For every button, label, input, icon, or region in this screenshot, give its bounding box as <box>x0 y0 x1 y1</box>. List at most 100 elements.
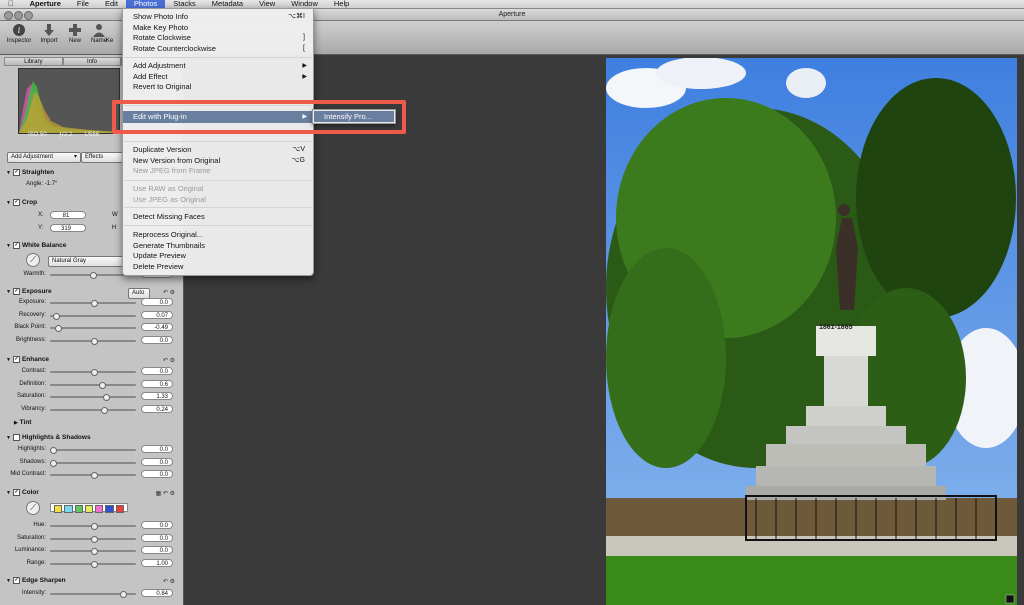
enhance-row-value-field[interactable]: 1.33 <box>141 392 173 400</box>
straighten-header[interactable]: ▼ ✓ Straighten <box>6 169 54 176</box>
menu-help[interactable]: Help <box>326 0 357 8</box>
tab-library[interactable]: Library <box>4 57 63 66</box>
disclosure-triangle-icon[interactable]: ▼ <box>6 578 11 584</box>
crop-checkbox[interactable]: ✓ <box>12 199 20 206</box>
highlights-shadows-row-slider-knob[interactable] <box>50 459 57 467</box>
highlights-shadows-row-value-field[interactable]: 0.0 <box>141 445 173 453</box>
white-balance-mode-popup[interactable]: Natural Gray <box>48 256 126 267</box>
exposure-row-slider[interactable] <box>50 300 136 307</box>
enhance-row-slider[interactable] <box>50 381 136 389</box>
color-row-value-field[interactable]: 1.00 <box>141 558 173 567</box>
menu-file[interactable]: File <box>69 0 97 8</box>
warmth-knob[interactable] <box>90 272 97 279</box>
enhance-row-value-field[interactable]: 0.0 <box>141 367 173 375</box>
menu-item-make-key-photo[interactable]: Make Key Photo <box>133 23 188 33</box>
menu-item-generate-thumbnails[interactable]: Generate Thumbnails <box>133 241 205 251</box>
disclosure-triangle-icon[interactable]: ▼ <box>6 243 11 249</box>
disclosure-triangle-icon[interactable]: ▼ <box>6 289 11 295</box>
minimize-window-button[interactable] <box>14 11 23 20</box>
intensity-field[interactable]: 0.84 <box>141 589 173 597</box>
apple-icon[interactable]:  <box>0 0 22 8</box>
exposure-header[interactable]: ▼ ✓ Exposure <box>6 288 52 295</box>
color-row-value-field[interactable]: 0.0 <box>141 546 173 554</box>
highlights-shadows-row-slider[interactable] <box>50 472 136 479</box>
color-swatch[interactable] <box>64 505 73 513</box>
menu-item-revert-to-original[interactable]: Revert to Original <box>133 82 191 92</box>
color-row-slider[interactable] <box>50 535 136 543</box>
keywords-button[interactable]: Ke <box>106 23 122 44</box>
color-row-slider[interactable] <box>50 548 136 555</box>
exposure-row-slider-knob[interactable] <box>91 300 98 307</box>
color-swatch[interactable] <box>84 505 94 513</box>
exposure-row-value-field[interactable]: 0.0 <box>141 298 173 306</box>
exposure-row-slider-knob[interactable] <box>53 312 61 320</box>
disclosure-triangle-icon[interactable]: ▼ <box>6 200 11 206</box>
highlights-shadows-row-slider[interactable] <box>50 459 136 467</box>
menu-item-show-photo-info[interactable]: Show Photo Info <box>133 12 188 22</box>
zoom-window-button[interactable] <box>24 11 33 20</box>
highlights-shadows-row-slider-knob[interactable] <box>50 447 57 454</box>
menu-window[interactable]: Window <box>283 0 326 8</box>
menu-photos[interactable]: Photos <box>125 0 166 8</box>
exposure-row-slider[interactable] <box>50 312 136 320</box>
exposure-row-slider-knob[interactable] <box>91 337 98 345</box>
color-swatch[interactable] <box>74 505 83 513</box>
enhance-row-slider[interactable] <box>50 369 136 376</box>
color-swatch[interactable] <box>95 505 104 513</box>
menu-view[interactable]: View <box>251 0 283 8</box>
edge-sharpen-actions[interactable]: ↶ ⚙ <box>163 578 175 585</box>
highlights-shadows-header[interactable]: ▼ Highlights & Shadows <box>6 434 91 441</box>
menu-item-delete-preview[interactable]: Delete Preview <box>133 262 183 272</box>
menu-item-add-effect[interactable]: Add Effect <box>133 72 167 82</box>
menu-item-detect-missing-faces[interactable]: Detect Missing Faces <box>133 212 205 222</box>
straighten-checkbox[interactable]: ✓ <box>12 169 20 176</box>
menu-item-add-adjustment[interactable]: Add Adjustment <box>133 61 186 71</box>
color-header[interactable]: ▼ ✓ Color <box>6 489 39 496</box>
enhance-row-slider-knob[interactable] <box>99 381 107 389</box>
exposure-row-slider[interactable] <box>50 325 136 332</box>
menu-app-name[interactable]: Aperture <box>22 0 69 8</box>
enhance-row-slider[interactable] <box>50 406 136 414</box>
exposure-checkbox[interactable]: ✓ <box>12 288 20 295</box>
exposure-row-value-field[interactable]: -0.49 <box>141 323 173 331</box>
color-checkbox[interactable]: ✓ <box>12 489 20 496</box>
photo-viewer[interactable]: 1861-1865 <box>606 58 1017 605</box>
enhance-row-slider[interactable] <box>50 394 136 401</box>
intensity-slider[interactable] <box>50 591 136 598</box>
tint-disclosure[interactable]: ▶ Tint <box>14 419 31 426</box>
menu-item-update-preview[interactable]: Update Preview <box>133 251 186 261</box>
menu-edit[interactable]: Edit <box>97 0 126 8</box>
color-row-value-field[interactable]: 0.0 <box>141 521 173 529</box>
exposure-actions[interactable]: ↶ ⚙ <box>163 289 175 296</box>
enhance-header[interactable]: ▼ ✓ Enhance <box>6 356 49 363</box>
edge-sharpen-header[interactable]: ▼ ✓ Edge Sharpen <box>6 577 66 584</box>
enhance-row-slider-knob[interactable] <box>103 394 111 401</box>
enhance-row-slider-knob[interactable] <box>100 406 108 414</box>
highlights-shadows-row-value-field[interactable]: 0.0 <box>141 457 173 466</box>
color-actions[interactable]: ▦ ↶ ⚙ <box>156 490 175 497</box>
eyedropper-icon[interactable]: ⟋ <box>26 253 40 267</box>
disclosure-triangle-icon[interactable]: ▼ <box>6 170 11 176</box>
eyedropper-icon[interactable]: ⟋ <box>26 501 40 515</box>
add-adjustment-popup[interactable]: Add Adjustment ▾ <box>7 152 81 163</box>
highlights-shadows-row-slider[interactable] <box>50 447 136 454</box>
color-row-slider-knob[interactable] <box>91 523 98 530</box>
color-row-slider-knob[interactable] <box>91 535 98 543</box>
enhance-row-value-field[interactable]: 0.6 <box>141 379 173 388</box>
exposure-row-slider-knob[interactable] <box>54 325 62 332</box>
color-swatch[interactable] <box>115 505 124 513</box>
exposure-row-value-field[interactable]: 0.0 <box>141 335 173 344</box>
menu-item-duplicate-version[interactable]: Duplicate Version <box>133 145 191 155</box>
disclosure-triangle-icon[interactable]: ▼ <box>6 435 11 441</box>
inspector-button[interactable]: i Inspector <box>4 23 34 44</box>
enhance-actions[interactable]: ↶ ⚙ <box>163 357 175 364</box>
disclosure-triangle-icon[interactable]: ▼ <box>6 490 11 496</box>
color-swatch[interactable] <box>105 505 114 513</box>
color-row-slider[interactable] <box>50 523 136 530</box>
menu-metadata[interactable]: Metadata <box>204 0 251 8</box>
menu-item-rotate-counterclockwise[interactable]: Rotate Counterclockwise <box>133 44 216 54</box>
menu-item-rotate-clockwise[interactable]: Rotate Clockwise <box>133 33 191 43</box>
menu-item-reprocess-original[interactable]: Reprocess Original... <box>133 230 203 240</box>
exposure-row-slider[interactable] <box>50 337 136 345</box>
color-row-slider[interactable] <box>50 560 136 568</box>
